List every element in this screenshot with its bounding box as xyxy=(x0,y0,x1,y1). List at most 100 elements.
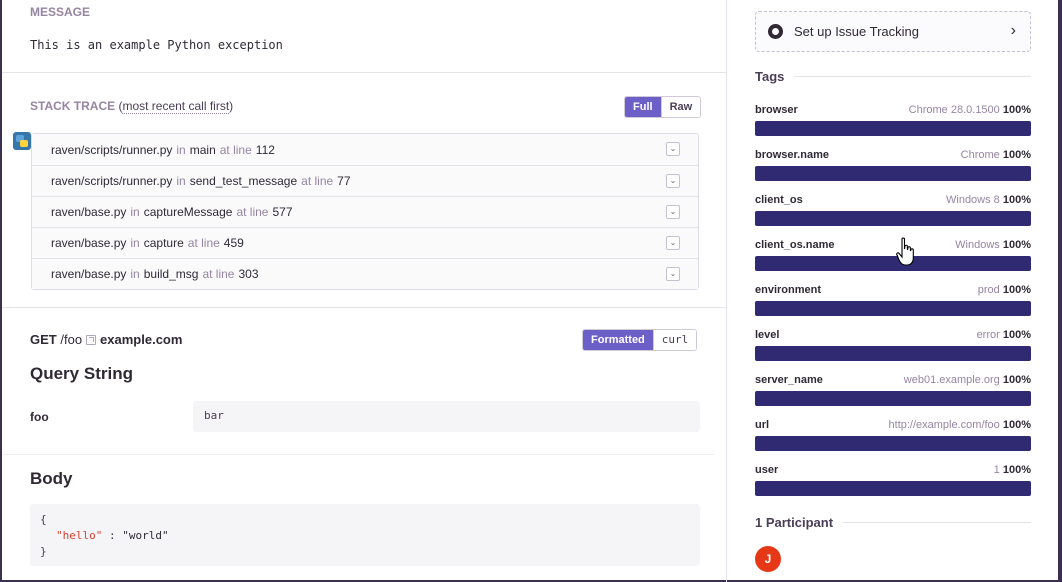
tag-bar-fill xyxy=(755,121,1031,136)
tag-item-client-os[interactable]: client_os Windows 8 100% xyxy=(755,194,1031,230)
query-string-heading: Query String xyxy=(30,364,133,383)
body-heading: Body xyxy=(30,469,73,488)
tag-value: error 100% xyxy=(976,329,1031,341)
frame-at-line-label: at line xyxy=(202,267,235,281)
stacktrace-title: STACK TRACE xyxy=(30,99,116,113)
expand-chevron-icon[interactable]: ⌄ xyxy=(666,174,680,188)
frame-at-line-label: at line xyxy=(301,174,334,188)
frame-filename: raven/base.py xyxy=(51,267,127,281)
stack-frame-row[interactable]: raven/base.py in captureMessage at line 577 ⌄ xyxy=(32,196,698,227)
tag-item-client-os-name[interactable]: client_os.name Windows 100% xyxy=(755,239,1031,275)
message-text: This is an example Python exception xyxy=(30,38,283,52)
tag-item-url[interactable]: url http://example.com/foo 100% xyxy=(755,419,1031,455)
body-key: "hello" xyxy=(56,529,103,542)
tag-bar-fill xyxy=(755,166,1031,181)
raw-view-button[interactable]: Raw xyxy=(660,97,701,117)
avatar[interactable]: J xyxy=(755,546,781,572)
hand-cursor-icon xyxy=(896,237,914,266)
tag-percent: 100% xyxy=(1002,284,1031,296)
body-entry: "hello" : "world" xyxy=(40,528,690,544)
section-divider xyxy=(2,307,727,308)
tag-percent: 100% xyxy=(1002,329,1031,341)
request-format-toggle: Formatted curl xyxy=(582,329,698,351)
tag-name: level xyxy=(755,329,780,341)
tag-item-server-name[interactable]: server_name web01.example.org 100% xyxy=(755,374,1031,410)
stack-frame-row[interactable]: raven/scripts/runner.py in main at line 112 ⌄ xyxy=(32,134,698,165)
tag-bar-fill xyxy=(755,211,1031,226)
stack-frame-row[interactable]: raven/scripts/runner.py in send_test_messa… xyxy=(32,165,698,196)
frame-line-number: 303 xyxy=(238,267,259,281)
tag-bar-fill xyxy=(755,256,1031,271)
tag-distribution-bar[interactable] xyxy=(755,166,1031,181)
tag-bar-fill xyxy=(755,346,1031,361)
tag-value: web01.example.org 100% xyxy=(903,374,1031,386)
stack-frame-row[interactable]: raven/base.py in build_msg at line 303 ⌄ xyxy=(32,258,698,289)
frame-line-number: 77 xyxy=(337,174,351,188)
tag-item-environment[interactable]: environment prod 100% xyxy=(755,284,1031,320)
tag-distribution-bar[interactable] xyxy=(755,211,1031,226)
tag-name: client_os.name xyxy=(755,239,835,251)
tags-heading: Tags xyxy=(755,69,1031,84)
external-link-icon[interactable] xyxy=(86,335,97,345)
tag-distribution-bar[interactable] xyxy=(755,301,1031,316)
stack-frame-row[interactable]: raven/base.py in capture at line 459 ⌄ xyxy=(32,227,698,258)
body-open-brace: { xyxy=(40,513,47,526)
stacktrace-order-label[interactable]: (most recent call first) xyxy=(118,99,233,114)
participants-heading: 1 Participant xyxy=(755,515,1031,530)
tag-distribution-bar[interactable] xyxy=(755,481,1031,496)
tag-item-level[interactable]: level error 100% xyxy=(755,329,1031,365)
frame-function: captureMessage xyxy=(143,205,233,219)
frame-filename: raven/base.py xyxy=(51,236,127,250)
stacktrace-frames: raven/scripts/runner.py in main at line 112 ⌄… xyxy=(31,133,699,290)
request-body: { "hello" : "world" } xyxy=(30,504,700,566)
tag-percent: 100% xyxy=(1002,374,1031,386)
body-close-brace: } xyxy=(40,545,47,558)
tag-percent: 100% xyxy=(1002,104,1031,116)
body-value: "world" xyxy=(122,529,169,542)
curl-button[interactable]: curl xyxy=(652,330,697,350)
tag-distribution-bar[interactable] xyxy=(755,346,1031,361)
expand-chevron-icon[interactable]: ⌄ xyxy=(666,142,680,156)
frame-filename: raven/base.py xyxy=(51,205,127,219)
tag-name: server_name xyxy=(755,374,823,386)
expand-chevron-icon[interactable]: ⌄ xyxy=(666,267,680,281)
frame-function: capture xyxy=(143,236,184,250)
tag-name: url xyxy=(755,419,770,431)
formatted-button[interactable]: Formatted xyxy=(583,330,653,350)
tag-item-browser-name[interactable]: browser.name Chrome 100% xyxy=(755,149,1031,185)
tag-distribution-bar[interactable] xyxy=(755,391,1031,406)
frame-line-number: 577 xyxy=(272,205,293,219)
tag-item-browser[interactable]: browser Chrome 28.0.1500 100% xyxy=(755,104,1031,140)
event-sidebar: Set up Issue Tracking › Tags browser Chro… xyxy=(728,0,1058,582)
section-divider xyxy=(2,72,727,73)
issue-tracking-button[interactable]: Set up Issue Tracking › xyxy=(755,11,1031,52)
tag-name: user xyxy=(755,464,779,476)
tag-distribution-bar[interactable] xyxy=(755,436,1031,451)
python-icon xyxy=(13,132,31,150)
frame-at-line-label: at line xyxy=(219,142,252,157)
tag-value: Windows 100% xyxy=(955,239,1031,251)
tag-value: http://example.com/foo 100% xyxy=(888,419,1031,431)
expand-chevron-icon[interactable]: ⌄ xyxy=(666,236,680,250)
frame-in-label: in xyxy=(176,174,186,188)
tag-percent: 100% xyxy=(1002,464,1031,476)
tag-distribution-bar[interactable] xyxy=(755,121,1031,136)
frame-filename: raven/scripts/runner.py xyxy=(51,142,173,157)
expand-chevron-icon[interactable]: ⌄ xyxy=(666,205,680,219)
message-section-title: MESSAGE xyxy=(30,5,91,19)
frame-function: send_test_message xyxy=(189,174,298,188)
tag-bar-fill xyxy=(755,391,1031,406)
stacktrace-section-title: STACK TRACE (most recent call first) xyxy=(30,99,233,114)
issue-tracking-label: Set up Issue Tracking xyxy=(794,24,920,39)
full-view-button[interactable]: Full xyxy=(625,97,661,117)
tag-item-user[interactable]: user 1 100% xyxy=(755,464,1031,500)
request-method: GET xyxy=(30,332,57,347)
chevron-right-icon: › xyxy=(1010,22,1016,39)
frame-at-line-label: at line xyxy=(236,205,269,219)
tag-name: browser.name xyxy=(755,149,829,161)
body-separator: : xyxy=(102,529,123,542)
tag-value: Chrome 100% xyxy=(960,149,1031,161)
tag-value: Chrome 28.0.1500 100% xyxy=(908,104,1031,116)
tag-distribution-bar[interactable] xyxy=(755,256,1031,271)
tag-bar-fill xyxy=(755,481,1031,496)
